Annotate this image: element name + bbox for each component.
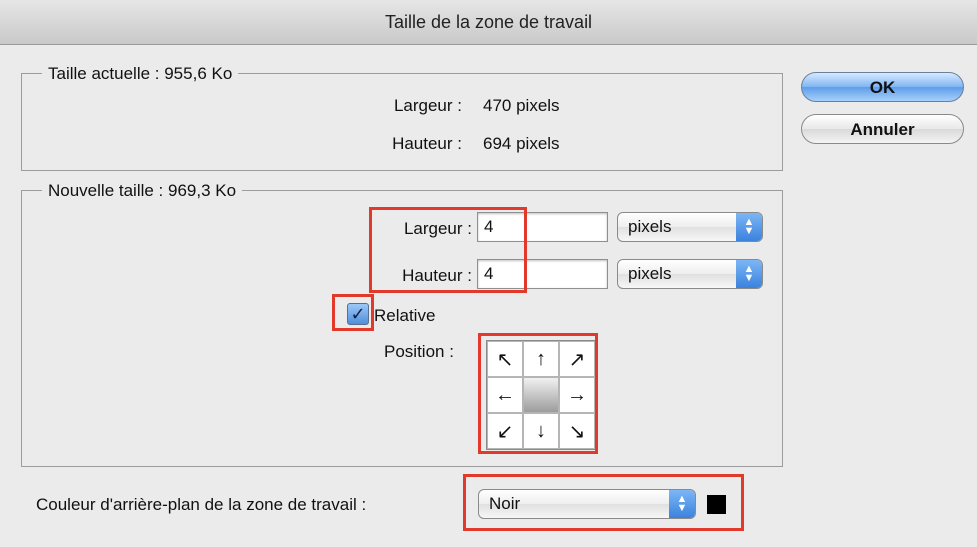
anchor-center[interactable] — [523, 377, 559, 413]
current-height-value: 694 pixels — [483, 134, 560, 153]
updown-arrows-icon: ▲ ▼ — [736, 260, 762, 288]
anchor-grid: ↖ ↑ ↗ ← → ↙ ↓ ↘ — [486, 340, 596, 450]
height-unit-value: pixels — [628, 264, 672, 283]
current-size-group — [21, 73, 783, 171]
anchor-right-icon[interactable]: → — [559, 377, 595, 413]
updown-arrows-icon: ▲ ▼ — [669, 490, 695, 518]
window-title: Taille de la zone de travail — [0, 0, 977, 45]
anchor-bottom-left-icon[interactable]: ↙ — [487, 413, 523, 449]
anchor-bottom-right-icon[interactable]: ↘ — [559, 413, 595, 449]
current-size-legend: Taille actuelle : 955,6 Ko — [42, 64, 239, 84]
current-height-label: Hauteur : — [392, 134, 462, 153]
updown-arrows-icon: ▲ ▼ — [736, 213, 762, 241]
height-input[interactable]: 4 — [477, 259, 608, 289]
new-height-label: Hauteur : — [402, 266, 472, 285]
background-color-select[interactable]: Noir ▲ ▼ — [478, 489, 696, 519]
ok-button[interactable]: OK — [801, 72, 964, 102]
width-unit-select[interactable]: pixels ▲ ▼ — [617, 212, 763, 242]
height-unit-select[interactable]: pixels ▲ ▼ — [617, 259, 763, 289]
background-color-value: Noir — [489, 494, 521, 513]
new-size-legend: Nouvelle taille : 969,3 Ko — [42, 181, 243, 201]
current-width-value: 470 pixels — [483, 96, 560, 115]
new-width-label: Largeur : — [403, 219, 472, 238]
anchor-left-icon[interactable]: ← — [487, 377, 523, 413]
cancel-button[interactable]: Annuler — [801, 114, 964, 144]
color-swatch[interactable] — [707, 495, 726, 514]
relative-label: Relative — [374, 306, 436, 325]
anchor-top-icon[interactable]: ↑ — [523, 341, 559, 377]
background-color-label: Couleur d'arrière-plan de la zone de tra… — [36, 495, 367, 514]
relative-checkbox[interactable]: ✓ — [347, 303, 369, 325]
width-input[interactable]: 4 — [477, 212, 608, 242]
position-label: Position : — [384, 342, 454, 361]
anchor-bottom-icon[interactable]: ↓ — [523, 413, 559, 449]
anchor-top-right-icon[interactable]: ↗ — [559, 341, 595, 377]
anchor-top-left-icon[interactable]: ↖ — [487, 341, 523, 377]
current-width-label: Largeur : — [393, 96, 462, 115]
width-unit-value: pixels — [628, 217, 672, 236]
checkmark-icon: ✓ — [350, 304, 366, 324]
